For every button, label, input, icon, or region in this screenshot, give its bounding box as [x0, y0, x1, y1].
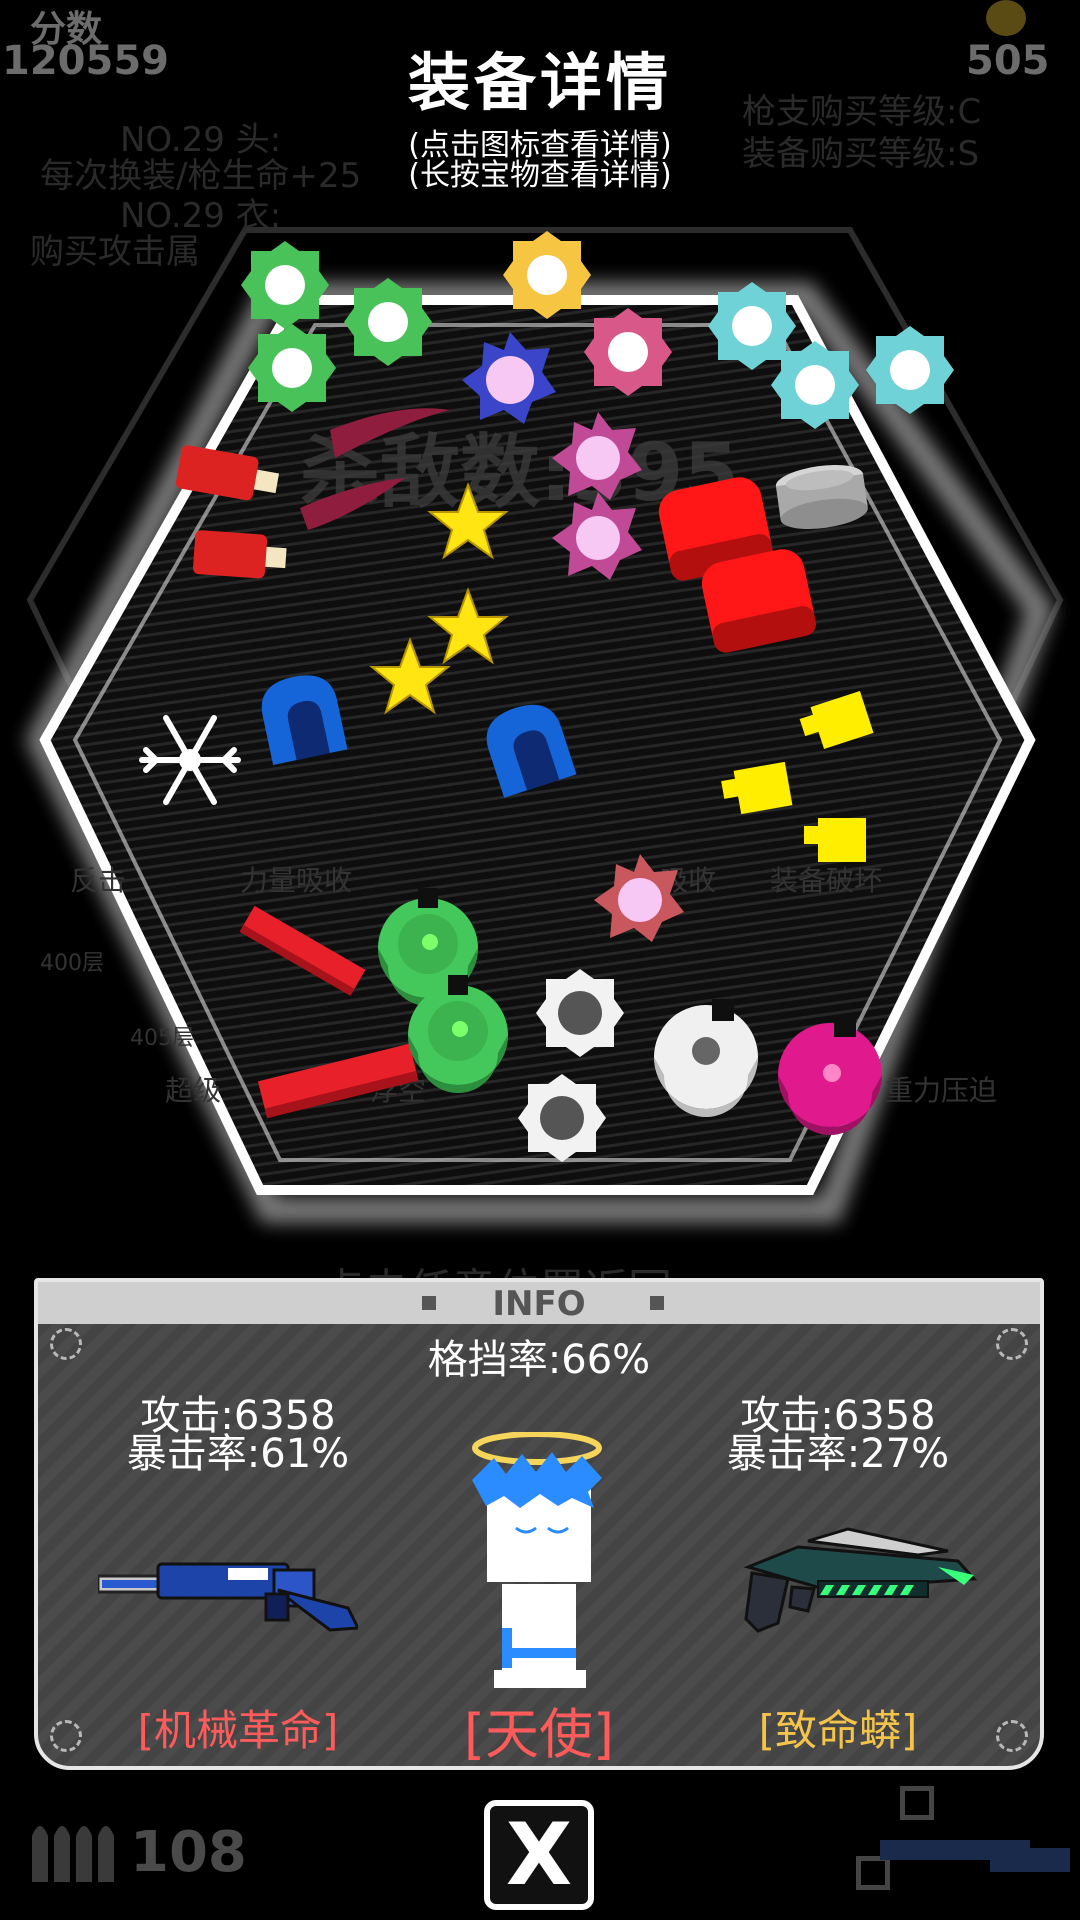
close-button[interactable]: X: [484, 1800, 594, 1910]
left-weapon-icon[interactable]: [98, 1550, 358, 1650]
bg-skill-2: 力量吸收: [240, 864, 352, 897]
gear-ring-icon[interactable]: [584, 308, 672, 396]
gear-ring-icon[interactable]: [248, 324, 336, 412]
left-weapon-name: [机械革命]: [137, 1706, 339, 1755]
gear-ring-icon[interactable]: [241, 241, 329, 329]
gear-ring-icon[interactable]: [536, 969, 624, 1057]
equipment-board: 杀敌数:395 反击 力量吸收 吸收 装备破坏 超级 浮空 重力压迫 400层 …: [25, 227, 1064, 1223]
bg-floor-2: 405层: [130, 1026, 194, 1051]
bg-skill-5: 超级: [165, 1074, 221, 1107]
bg-weapon-icon: [880, 1840, 1070, 1872]
bg-skill-4: 装备破坏: [770, 864, 882, 897]
left-weapon-crit: 暴击率:61%: [126, 1431, 350, 1477]
right-weapon-icon[interactable]: [738, 1527, 978, 1647]
character-name: [天使]: [463, 1703, 615, 1766]
block-rate: 格挡率:66%: [427, 1337, 651, 1383]
bullets-icon: [32, 1826, 114, 1882]
page-title: 装备详情: [407, 46, 672, 119]
hint-long-press: (长按宝物查看详情): [408, 158, 672, 193]
info-panel: INFO 格挡率:66% 攻击:6358 暴击率:61% [机械革命] [天使]…: [34, 1278, 1044, 1770]
right-weapon-attack: 攻击:6358: [740, 1393, 936, 1439]
info-title: INFO: [492, 1284, 586, 1324]
bg-floor-1: 400层: [40, 951, 104, 976]
close-x-icon: X: [505, 1805, 573, 1905]
right-weapon-crit: 暴击率:27%: [726, 1431, 950, 1477]
right-weapon-name: [致命蟒]: [758, 1706, 918, 1755]
gear-ring-icon[interactable]: [518, 1074, 606, 1162]
angel-character[interactable]: [454, 1432, 624, 1692]
bg-skill-1: 反击: [70, 864, 126, 897]
coin-icon: [986, 0, 1026, 36]
bg-skill-7: 重力压迫: [885, 1074, 997, 1107]
info-header-bar: INFO: [38, 1282, 1040, 1324]
left-weapon-attack: 攻击:6358: [140, 1393, 336, 1439]
gear-ring-icon[interactable]: [866, 326, 954, 414]
gear-ring-icon[interactable]: [771, 341, 859, 429]
ammo-count: 108: [130, 1820, 247, 1885]
gear-ring-icon[interactable]: [344, 278, 432, 366]
weapon-slot[interactable]: [900, 1786, 934, 1820]
gear-ring-icon[interactable]: [503, 231, 591, 319]
